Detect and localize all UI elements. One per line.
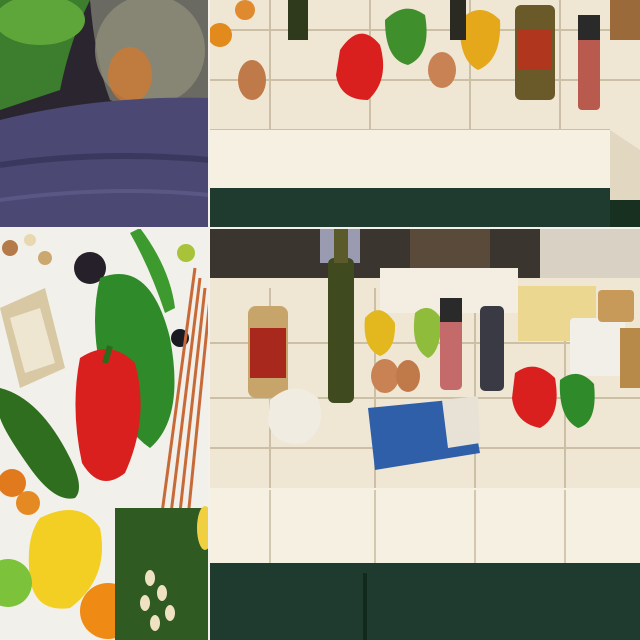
cabinet bbox=[210, 563, 640, 640]
cabinet bbox=[210, 188, 610, 228]
egg bbox=[238, 60, 266, 100]
collage-divider-vertical bbox=[208, 0, 210, 640]
panel-top-left bbox=[0, 0, 210, 228]
herb-board bbox=[115, 508, 210, 640]
olive-oil-bottle-icon bbox=[328, 258, 354, 403]
top-left-scene bbox=[0, 0, 210, 228]
pepper-shaker bbox=[480, 306, 504, 391]
panel-top-right bbox=[210, 0, 640, 228]
top-right-scene bbox=[210, 0, 640, 228]
panel-bottom-left bbox=[0, 228, 210, 640]
bottom-right-scene bbox=[210, 228, 640, 640]
onion-icon bbox=[268, 388, 322, 444]
panel-bottom-right bbox=[210, 228, 640, 640]
storage-container bbox=[570, 318, 625, 376]
olive-oil-bottle-icon bbox=[288, 0, 308, 40]
collage-divider-horizontal bbox=[0, 227, 640, 229]
bottom-left-scene bbox=[0, 228, 210, 640]
